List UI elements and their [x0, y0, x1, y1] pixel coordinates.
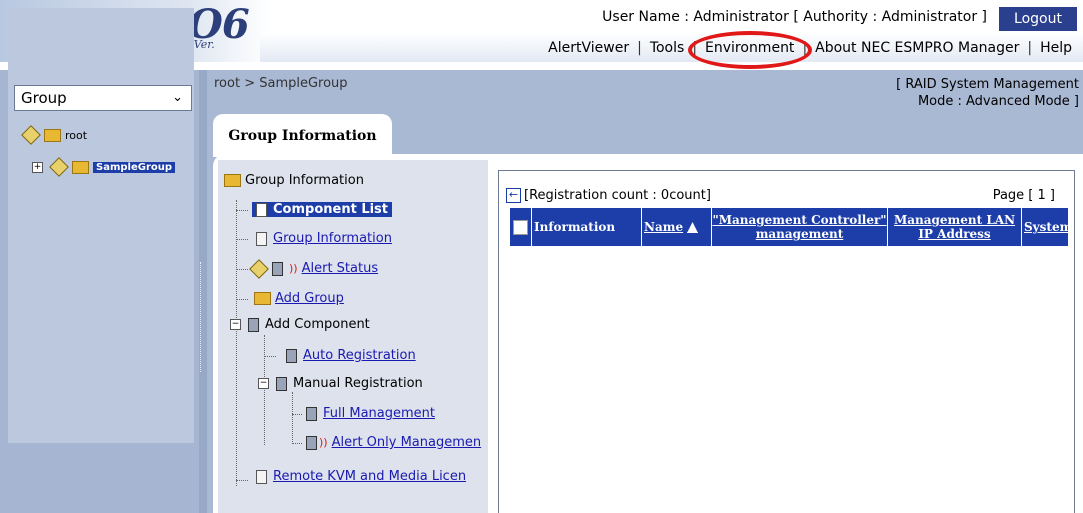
left-panel-inner: [8, 8, 194, 443]
nav-separator: |: [802, 40, 808, 56]
tree-root-label: root: [65, 128, 88, 142]
tree-label: Group Information: [273, 231, 392, 246]
tree-label: Alert Status: [301, 261, 379, 276]
group-select-value: Group: [21, 89, 67, 107]
registration-count: [Registration count : 0count]: [524, 188, 711, 203]
tree-item-remote-kvm[interactable]: Remote KVM and Media Licen: [256, 469, 466, 484]
tree-item-alert-only[interactable]: )) Alert Only Managemen: [306, 435, 481, 450]
logout-button[interactable]: Logout: [999, 7, 1077, 31]
server-icon: [248, 317, 259, 332]
server-icon: [272, 261, 283, 276]
document-icon: [256, 202, 267, 217]
select-all-checkbox[interactable]: [513, 219, 528, 235]
tree-label: Component List: [273, 202, 389, 217]
tree-item-component-list[interactable]: Component List: [252, 202, 393, 217]
col-name[interactable]: Name ▲: [642, 208, 712, 246]
col-system[interactable]: System: [1022, 208, 1068, 246]
nav-separator: |: [1027, 40, 1033, 56]
tree-item-auto-registration[interactable]: Auto Registration: [286, 348, 416, 363]
select-all-cell: [510, 208, 532, 246]
tree-samplegroup-label: SampleGroup: [93, 161, 176, 173]
group-select[interactable]: Group ⌄: [14, 85, 192, 111]
tab-group-information[interactable]: Group Information: [213, 114, 392, 157]
folder-icon: [44, 128, 61, 142]
component-status-icon: [21, 125, 41, 145]
tree-root[interactable]: root: [21, 125, 88, 145]
tree-label: Add Component: [265, 317, 370, 332]
raid-mode-info: [ RAID System Management Mode : Advanced…: [896, 76, 1079, 110]
col-mgmt-lan-line1: Management LAN: [893, 213, 1016, 227]
nav-environment[interactable]: Environment: [702, 40, 797, 56]
tree-label: Remote KVM and Media Licen: [273, 469, 467, 484]
tree-item-add-component[interactable]: − Add Component: [230, 317, 370, 332]
nav-tools[interactable]: Tools: [647, 40, 688, 56]
chevron-down-icon: ⌄: [172, 90, 183, 105]
col-management-lan[interactable]: Management LAN IP Address: [888, 208, 1022, 246]
tree-header-label: Group Information: [245, 173, 364, 188]
sort-ascending-icon: ▲: [687, 219, 698, 235]
tree-item-full-management[interactable]: Full Management: [306, 406, 435, 421]
collapse-icon[interactable]: −: [230, 319, 241, 330]
tree-label: Full Management: [323, 406, 435, 421]
alert-icon: )): [319, 436, 328, 449]
nav-separator: |: [637, 40, 642, 56]
tree-label: Auto Registration: [303, 348, 416, 363]
tree-label: Add Group: [275, 291, 344, 306]
col-mgmt-controller-line1: "Management Controller": [712, 213, 887, 227]
tree-label: Manual Registration: [293, 376, 423, 391]
server-icon: [306, 435, 317, 450]
col-information: Information: [532, 208, 642, 246]
col-mgmt-lan-line2: IP Address: [918, 227, 991, 241]
component-list-selected: Component List: [252, 202, 393, 217]
tree-item-alert-status[interactable]: )) Alert Status: [249, 258, 379, 279]
nav-alertviewer[interactable]: AlertViewer: [545, 40, 632, 56]
function-tree: Group Information Component List Group I…: [218, 160, 488, 513]
col-system-label: System: [1024, 220, 1068, 234]
alert-icon: )): [289, 262, 298, 275]
col-management-controller[interactable]: "Management Controller" management: [712, 208, 888, 246]
document-icon: [256, 469, 267, 484]
server-icon: [306, 406, 317, 421]
tree-item-group-information[interactable]: Group Information: [256, 231, 392, 246]
nav-separator: |: [692, 40, 698, 56]
raid-mode-line1: [ RAID System Management: [896, 77, 1079, 92]
folder-icon: [224, 174, 241, 187]
folder-icon: [254, 292, 271, 305]
breadcrumb: root > SampleGroup: [214, 76, 348, 91]
tree-header: Group Information: [224, 173, 364, 188]
component-status-icon: [49, 157, 69, 177]
expand-icon[interactable]: +: [32, 161, 43, 173]
col-mgmt-controller-line2: management: [755, 227, 844, 241]
tree-label: Alert Only Managemen: [331, 435, 482, 450]
folder-icon: [72, 160, 89, 174]
top-nav: AlertViewer | Tools | Environment | About NEC …: [545, 40, 1075, 56]
table-header: Information Name ▲ "Management Controlle…: [510, 208, 1068, 246]
user-info: User Name : Administrator [ Authority : …: [602, 9, 987, 25]
col-information-label: Information: [534, 220, 616, 234]
raid-mode-line2: Mode : Advanced Mode ]: [917, 94, 1079, 109]
server-icon: [286, 348, 297, 363]
document-icon: [256, 231, 267, 246]
col-name-label: Name: [644, 220, 684, 234]
back-arrow-icon[interactable]: ←: [506, 188, 521, 203]
nav-help[interactable]: Help: [1037, 40, 1075, 56]
collapse-icon[interactable]: −: [258, 378, 269, 389]
tree-item-add-group[interactable]: Add Group: [254, 291, 344, 306]
tree-samplegroup[interactable]: + SampleGroup: [32, 157, 176, 177]
nav-about[interactable]: About NEC ESMPRO Manager: [812, 40, 1022, 56]
page-indicator: Page [ 1 ]: [992, 188, 1055, 203]
server-icon: [276, 376, 287, 391]
tree-item-manual-registration[interactable]: − Manual Registration: [258, 376, 423, 391]
status-icon: [249, 258, 269, 279]
